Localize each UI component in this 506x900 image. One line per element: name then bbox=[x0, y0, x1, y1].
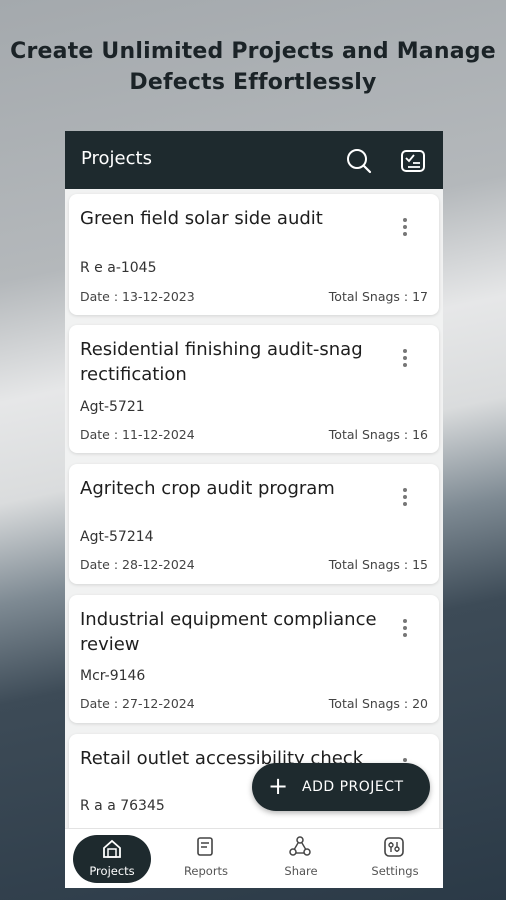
more-options-icon[interactable] bbox=[395, 486, 415, 508]
report-icon bbox=[197, 837, 213, 856]
project-date: Date : 13-12-2023 bbox=[80, 289, 195, 304]
nav-share[interactable]: Share bbox=[261, 829, 341, 888]
project-title: Industrial equipment compliance review bbox=[80, 609, 377, 655]
bottom-nav: Projects Reports Share Settings bbox=[65, 828, 443, 888]
headline: Create Unlimited Projects and Manage Def… bbox=[0, 36, 506, 98]
project-code: Agt-5721 bbox=[80, 399, 145, 415]
project-code: R a a 76345 bbox=[80, 798, 165, 814]
project-snag-count: Total Snags : 15 bbox=[328, 557, 428, 572]
project-title: Residential finishing audit-snag rectifi… bbox=[80, 339, 363, 385]
project-date: Date : 28-12-2024 bbox=[80, 557, 195, 572]
nav-label: Projects bbox=[89, 864, 135, 878]
add-project-button[interactable]: + ADD PROJECT bbox=[252, 763, 430, 811]
nav-label: Share bbox=[284, 864, 318, 878]
settings-icon bbox=[384, 837, 404, 857]
project-card[interactable]: Green field solar side audit R e a-1045 … bbox=[69, 194, 439, 315]
nav-active-indicator: Projects bbox=[73, 835, 151, 883]
app-screen: Projects Green field solar side audit R … bbox=[65, 131, 443, 888]
project-snag-count: Total Snags : 17 bbox=[328, 289, 428, 304]
project-card[interactable]: Industrial equipment compliance review M… bbox=[69, 595, 439, 723]
add-project-label: ADD PROJECT bbox=[302, 779, 404, 795]
nav-label: Settings bbox=[371, 864, 419, 878]
checklist-icon[interactable] bbox=[399, 147, 427, 175]
project-snag-count: Total Snags : 20 bbox=[328, 696, 428, 711]
plus-icon: + bbox=[268, 772, 289, 800]
project-card[interactable]: Agritech crop audit program Agt-57214 Da… bbox=[69, 464, 439, 584]
headline-line-2: Defects Effortlessly bbox=[129, 70, 377, 95]
project-date: Date : 27-12-2024 bbox=[80, 696, 195, 711]
nav-label: Reports bbox=[183, 864, 229, 878]
project-code: Agt-57214 bbox=[80, 529, 154, 545]
project-snag-count: Total Snags : 16 bbox=[328, 427, 428, 442]
project-card[interactable]: Residential finishing audit-snag rectifi… bbox=[69, 325, 439, 453]
house-icon bbox=[103, 839, 121, 858]
share-icon bbox=[289, 836, 311, 856]
nav-settings[interactable]: Settings bbox=[355, 829, 435, 888]
project-code: Mcr-9146 bbox=[80, 668, 146, 684]
more-options-icon[interactable] bbox=[395, 216, 415, 238]
app-bar: Projects bbox=[65, 131, 443, 189]
more-options-icon[interactable] bbox=[395, 347, 415, 369]
nav-projects[interactable]: Projects bbox=[65, 829, 151, 888]
project-code: R e a-1045 bbox=[80, 260, 157, 276]
more-options-icon[interactable] bbox=[395, 617, 415, 639]
project-date: Date : 11-12-2024 bbox=[80, 427, 195, 442]
search-icon[interactable] bbox=[345, 147, 373, 175]
nav-reports[interactable]: Reports bbox=[166, 829, 246, 888]
project-title: Agritech crop audit program bbox=[80, 478, 335, 499]
page-title: Projects bbox=[81, 148, 152, 169]
headline-line-1: Create Unlimited Projects and Manage bbox=[10, 39, 496, 64]
project-title: Green field solar side audit bbox=[80, 208, 323, 229]
